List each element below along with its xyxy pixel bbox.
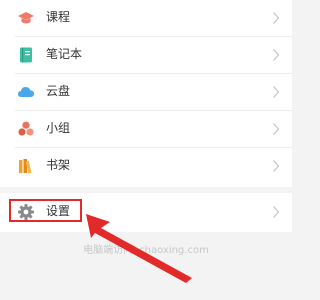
chevron-right-icon: [272, 11, 280, 25]
menu-item-cloud[interactable]: 云盘: [0, 74, 292, 110]
app-screen: 课程 笔记本 云盘 小组 书架 设置 电脑端访问i.chaoxing.com: [0, 0, 292, 300]
graduation-cap-icon: [17, 9, 35, 27]
menu-item-courses[interactable]: 课程: [0, 0, 292, 36]
chevron-right-icon: [272, 48, 280, 62]
menu-item-label: 云盘: [46, 84, 71, 98]
bookshelf-icon: [17, 157, 35, 175]
group-icon: [17, 120, 35, 138]
menu-item-label: 课程: [46, 10, 71, 24]
cloud-icon: [17, 83, 35, 101]
chevron-right-icon: [272, 159, 280, 173]
chevron-right-icon: [272, 122, 280, 136]
chevron-right-icon: [272, 85, 280, 99]
menu-item-label: 书架: [46, 158, 71, 172]
annotation-highlight-box: [9, 199, 82, 222]
menu-item-label: 笔记本: [46, 47, 83, 61]
notebook-icon: [17, 46, 35, 64]
menu-item-label: 小组: [46, 121, 71, 135]
chevron-right-icon: [272, 205, 280, 219]
menu-item-notebook[interactable]: 笔记本: [0, 37, 292, 73]
menu-item-bookshelf[interactable]: 书架: [0, 148, 292, 184]
menu-item-groups[interactable]: 小组: [0, 111, 292, 147]
menu-list: 课程 笔记本 云盘 小组 书架: [0, 0, 292, 187]
desktop-access-text: 电脑端访问i.chaoxing.com: [83, 245, 209, 256]
